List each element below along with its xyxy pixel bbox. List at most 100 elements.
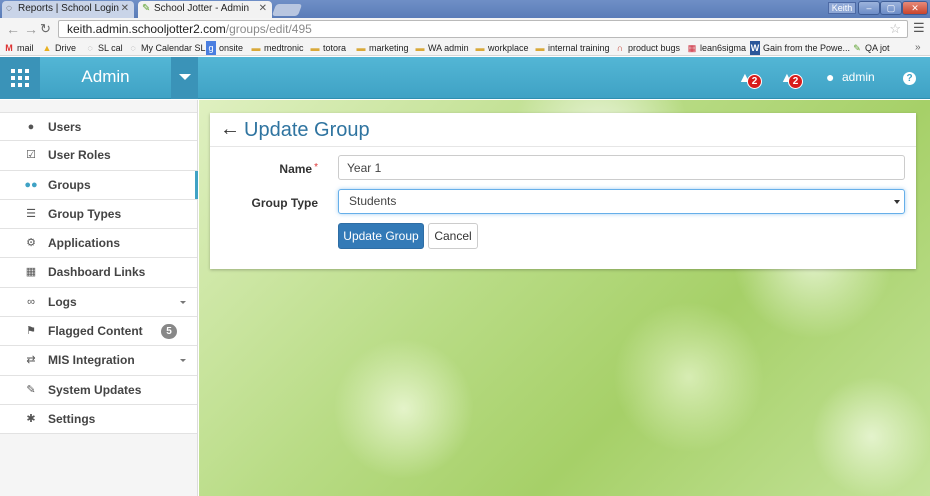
user-icon: ● xyxy=(27,121,35,133)
url-host: keith.admin.schooljotter2.com xyxy=(67,22,226,36)
applications-icon: ⚙ xyxy=(26,237,36,250)
google-icon: g xyxy=(206,41,216,55)
caret-down-icon xyxy=(180,300,186,304)
sidebar-item-label: System Updates xyxy=(48,382,142,397)
app-header: Admin ▲ 2 ▲ 2 ● admin ? xyxy=(0,57,930,99)
sidebar-item-label: Groups xyxy=(48,177,91,192)
profile-chip[interactable]: Keith xyxy=(828,2,856,14)
sidebar-item-logs[interactable]: ∞ Logs xyxy=(0,287,197,318)
bookmark-gain-from-the-power[interactable]: W Gain from the Powe... xyxy=(750,41,850,55)
sidebar-item-label: Logs xyxy=(48,294,77,309)
folder-icon: ▬ xyxy=(475,43,485,53)
sidebar-item-label: User Roles xyxy=(48,148,111,163)
bookmark-lean6sigma[interactable]: ▦ lean6sigma xyxy=(687,41,746,55)
grid-icon: ▦ xyxy=(25,266,37,279)
user-icon[interactable]: ● xyxy=(826,69,834,85)
cancel-button[interactable]: Cancel xyxy=(428,223,478,249)
address-bar[interactable]: keith.admin.schooljotter2.com/groups/edi… xyxy=(58,20,908,38)
sidebar-item-group-types[interactable]: ☰ Group Types xyxy=(0,199,197,230)
sidebar-item-label: Dashboard Links xyxy=(48,265,146,280)
bookmark-totora[interactable]: ▬ totora xyxy=(310,41,347,55)
bookmark-marketing[interactable]: ▬ marketing xyxy=(356,41,409,55)
leaf-favicon-icon: ✎ xyxy=(142,3,151,14)
name-label-text: Name xyxy=(279,162,313,176)
bookmark-internal-training[interactable]: ▬ internal training xyxy=(535,41,610,55)
user-menu[interactable]: admin xyxy=(842,70,875,84)
flag-icon: ⚑ xyxy=(26,325,36,338)
gear-icon: ✱ xyxy=(26,412,36,425)
bookmarks-overflow-icon[interactable]: » xyxy=(915,41,921,55)
close-window-button[interactable]: ✕ xyxy=(902,1,928,15)
bookmark-label: marketing xyxy=(369,43,409,53)
browser-menu-icon[interactable]: ☰ xyxy=(913,21,925,35)
bookmark-onsite[interactable]: g onsite xyxy=(206,41,243,55)
page-title: Update Group xyxy=(244,119,370,141)
bookmark-label: internal training xyxy=(548,43,610,53)
bookmark-star-icon[interactable]: ☆ xyxy=(889,21,901,37)
caret-down-icon xyxy=(179,74,191,80)
sidebar-item-system-updates[interactable]: ✎ System Updates xyxy=(0,375,197,405)
reload-icon[interactable]: ↻ xyxy=(40,21,51,37)
forward-arrow-icon[interactable]: → xyxy=(24,21,38,37)
maximize-button[interactable]: ▢ xyxy=(880,1,902,15)
bookmark-label: SL cal xyxy=(98,43,123,53)
folder-icon: ▬ xyxy=(251,43,261,53)
sidebar: ● Users ☑ User Roles ●● Groups ☰ Group T… xyxy=(0,100,198,496)
tab-close-icon[interactable]: ✕ xyxy=(259,1,267,17)
sidebar-item-applications[interactable]: ⚙ Applications xyxy=(0,229,197,259)
caret-down-icon xyxy=(180,359,186,363)
bookmark-qa-jot[interactable]: ✎ QA jot xyxy=(852,41,889,55)
folder-icon: ▬ xyxy=(310,43,320,53)
bookmark-drive[interactable]: ▲ Drive xyxy=(42,41,76,55)
sidebar-item-settings[interactable]: ✱ Settings xyxy=(0,404,197,435)
bookmark-label: lean6sigma xyxy=(700,43,747,53)
tab-label: School Jotter - Admin xyxy=(154,3,250,14)
sidebar-item-label: Settings xyxy=(48,411,96,426)
group-type-label: Group Type xyxy=(251,196,318,210)
sidebar-item-user-roles[interactable]: ☑ User Roles xyxy=(0,141,197,171)
browser-tab-admin[interactable]: ✎ School Jotter - Admin ✕ xyxy=(138,1,272,18)
sidebar-item-groups[interactable]: ●● Groups xyxy=(0,170,198,200)
brand-title[interactable]: Admin xyxy=(40,57,171,99)
group-icon: ●● xyxy=(24,178,38,191)
app-launcher-button[interactable] xyxy=(0,57,40,99)
sidebar-item-label: Users xyxy=(48,120,82,134)
new-tab-button[interactable] xyxy=(271,4,303,16)
bookmark-product-bugs[interactable]: ∩ product bugs xyxy=(615,41,680,55)
sidebar-item-dashboard-links[interactable]: ▦ Dashboard Links xyxy=(0,258,197,288)
folder-icon: ▬ xyxy=(356,43,366,53)
group-type-selected-value: Students xyxy=(349,194,397,208)
back-arrow-icon[interactable]: ← xyxy=(6,21,20,37)
bookmark-sl-cal[interactable]: ◌ SL cal xyxy=(85,41,123,55)
wrench-icon: ✎ xyxy=(26,383,36,396)
bookmark-label: workplace xyxy=(488,43,529,53)
group-type-select[interactable]: Students xyxy=(338,189,905,214)
word-icon: W xyxy=(750,41,760,55)
bookmark-workplace[interactable]: ▬ workplace xyxy=(475,41,529,55)
folder-icon: ▬ xyxy=(535,43,545,53)
flagged-count-badge: 5 xyxy=(161,324,177,340)
notifications-count-badge: 2 xyxy=(788,74,803,89)
caret-down-icon xyxy=(894,200,900,204)
bookmark-mail[interactable]: Mmail xyxy=(4,41,33,55)
tab-label: Reports | School Login xyxy=(18,3,119,14)
bookmark-label: WA admin xyxy=(428,43,469,53)
help-icon[interactable]: ? xyxy=(903,72,916,85)
back-arrow-icon[interactable]: ← xyxy=(220,118,240,140)
tab-close-icon[interactable]: ✕ xyxy=(121,1,129,17)
sidebar-item-users[interactable]: ● Users xyxy=(0,112,197,142)
sidebar-item-flagged-content[interactable]: ⚑ Flagged Content 5 xyxy=(0,317,197,347)
bookmark-my-calendar[interactable]: ◌ My Calendar SL xyxy=(128,41,205,55)
bookmark-label: onsite xyxy=(219,43,244,53)
minimize-button[interactable]: ‒ xyxy=(858,1,880,15)
sidebar-item-label: MIS Integration xyxy=(48,353,135,368)
sidebar-item-mis-integration[interactable]: ⇄ MIS Integration xyxy=(0,346,197,376)
name-field[interactable] xyxy=(338,155,905,180)
grid-icon: ▦ xyxy=(687,43,697,53)
brand-dropdown-button[interactable] xyxy=(171,57,198,99)
folder-icon: ▬ xyxy=(415,43,425,53)
update-group-button[interactable]: Update Group xyxy=(338,223,424,249)
browser-tab-reports[interactable]: ◌ Reports | School Login ✕ xyxy=(2,1,134,18)
bookmark-wa-admin[interactable]: ▬ WA admin xyxy=(415,41,469,55)
bookmark-medtronic[interactable]: ▬ medtronic xyxy=(251,41,304,55)
